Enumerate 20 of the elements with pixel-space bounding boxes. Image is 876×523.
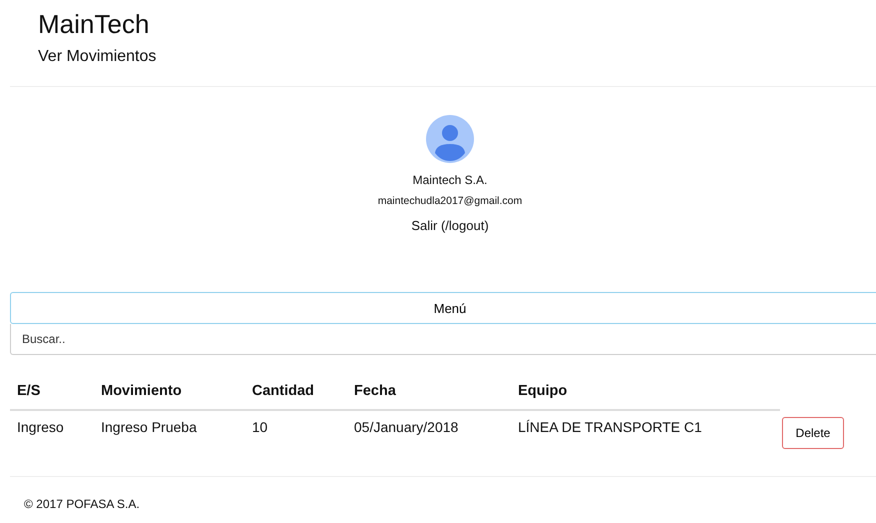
column-header: Equipo: [511, 379, 780, 410]
logout-link[interactable]: Salir (/logout): [411, 218, 489, 233]
column-header: Cantidad: [245, 379, 347, 410]
table-cell: 05/January/2018: [347, 410, 511, 458]
delete-button[interactable]: Delete: [782, 417, 844, 449]
menu-button[interactable]: Menú: [10, 292, 876, 324]
table-cell: 10: [245, 410, 347, 458]
column-header: Movimiento: [94, 379, 245, 410]
table-cell: LÍNEA DE TRANSPORTE C1: [511, 410, 780, 458]
page-subtitle: Ver Movimientos: [38, 48, 158, 66]
footer-text: © 2017 POFASA S.A.: [23, 496, 141, 511]
site-title: MainTech: [38, 8, 150, 40]
search-field[interactable]: Buscar..: [10, 324, 876, 355]
table-cell: Ingreso Prueba: [94, 410, 245, 458]
table-cell: Ingreso: [10, 410, 94, 458]
account-email: maintechudla2017@gmail.com: [378, 195, 522, 207]
column-header: E/S: [10, 379, 94, 410]
account-name: Maintech S.A.: [412, 173, 488, 187]
column-header: Fecha: [347, 379, 511, 410]
avatar-icon: [426, 115, 474, 163]
